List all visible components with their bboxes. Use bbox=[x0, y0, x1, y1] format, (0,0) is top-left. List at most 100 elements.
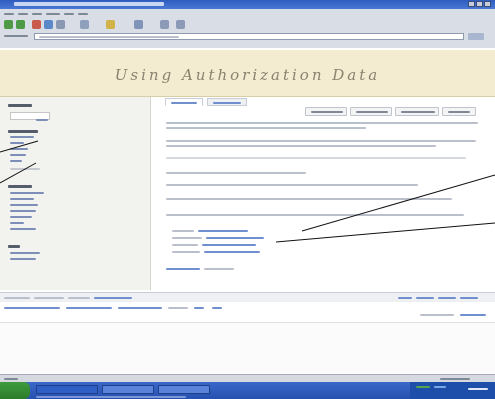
search-icon[interactable] bbox=[80, 20, 89, 29]
content-line bbox=[166, 214, 464, 216]
menu-item-file[interactable] bbox=[4, 13, 14, 15]
sidebar-wiki-link[interactable] bbox=[10, 216, 32, 218]
sidebar-wiki-link[interactable] bbox=[10, 204, 38, 206]
signature-link[interactable] bbox=[166, 268, 200, 270]
list-item bbox=[172, 251, 200, 253]
menu-item-favorites[interactable] bbox=[46, 13, 60, 15]
address-bar bbox=[0, 32, 495, 41]
footer-link[interactable] bbox=[212, 307, 222, 309]
list-item-link[interactable] bbox=[206, 237, 264, 239]
footer-link[interactable] bbox=[66, 307, 112, 309]
footer-link[interactable] bbox=[460, 297, 478, 299]
taskbar-item[interactable] bbox=[36, 385, 98, 394]
tray-icon bbox=[416, 386, 430, 388]
sidebar-navigation-heading bbox=[8, 130, 38, 133]
system-tray bbox=[410, 382, 495, 399]
content-line bbox=[166, 184, 418, 186]
footer-link[interactable] bbox=[460, 314, 486, 316]
sidebar-help-link[interactable] bbox=[10, 258, 36, 260]
mail-icon[interactable] bbox=[160, 20, 169, 29]
sidebar-help-link[interactable] bbox=[10, 252, 40, 254]
taskbar-quicklaunch bbox=[36, 396, 186, 398]
close-icon[interactable] bbox=[484, 1, 491, 7]
content-line bbox=[166, 172, 306, 174]
content-line bbox=[166, 198, 452, 200]
sidebar-wiki-link[interactable] bbox=[10, 222, 24, 224]
list-item bbox=[172, 244, 198, 246]
action-button[interactable] bbox=[350, 107, 392, 116]
address-input[interactable] bbox=[34, 33, 464, 40]
footer-link[interactable] bbox=[4, 307, 60, 309]
print-icon[interactable] bbox=[176, 20, 185, 29]
back-icon[interactable] bbox=[4, 20, 13, 29]
content-line bbox=[166, 122, 478, 124]
sidebar-wiki-link[interactable] bbox=[10, 228, 36, 230]
content-line bbox=[166, 127, 366, 129]
footer-item bbox=[4, 297, 30, 299]
menu-item-edit[interactable] bbox=[18, 13, 28, 15]
sidebar-wiki-link[interactable] bbox=[10, 192, 44, 194]
footer-item bbox=[420, 314, 454, 316]
favorites-icon[interactable] bbox=[106, 20, 115, 29]
sidebar-nav-link[interactable] bbox=[10, 160, 22, 162]
taskbar-item[interactable] bbox=[102, 385, 154, 394]
tab-discussion[interactable] bbox=[207, 98, 247, 106]
sidebar-search-go[interactable] bbox=[36, 119, 48, 121]
action-button[interactable] bbox=[305, 107, 347, 116]
sidebar-nav-link[interactable] bbox=[10, 136, 34, 138]
footer-item bbox=[168, 307, 188, 309]
list-item-link[interactable] bbox=[198, 230, 248, 232]
tab-page[interactable] bbox=[165, 98, 203, 106]
sidebar-nav-link[interactable] bbox=[10, 148, 28, 150]
action-button[interactable] bbox=[395, 107, 439, 116]
window-title bbox=[14, 2, 164, 6]
status-zone bbox=[440, 378, 470, 380]
window-title-bar bbox=[0, 0, 495, 9]
list-item bbox=[172, 230, 194, 232]
content-line bbox=[166, 140, 476, 142]
sidebar-wiki-link[interactable] bbox=[10, 210, 36, 212]
maximize-icon[interactable] bbox=[476, 1, 483, 7]
tray-clock bbox=[468, 388, 488, 390]
page-blank-area bbox=[0, 322, 495, 375]
sidebar-search-heading bbox=[8, 104, 32, 107]
taskbar-item[interactable] bbox=[158, 385, 210, 394]
menu-item-view[interactable] bbox=[32, 13, 42, 15]
footer-bar bbox=[0, 292, 495, 302]
history-icon[interactable] bbox=[134, 20, 143, 29]
sidebar-nav-link[interactable] bbox=[10, 142, 24, 144]
home-icon[interactable] bbox=[56, 20, 65, 29]
page-content bbox=[160, 118, 485, 283]
footer-item bbox=[34, 297, 64, 299]
sidebar-wiki-heading bbox=[8, 185, 32, 188]
list-item bbox=[172, 237, 202, 239]
footer-link[interactable] bbox=[398, 297, 412, 299]
footer-links bbox=[0, 304, 495, 318]
stop-icon[interactable] bbox=[32, 20, 41, 29]
start-icon[interactable] bbox=[0, 382, 30, 399]
sidebar-nav-link[interactable] bbox=[10, 154, 26, 156]
footer-link[interactable] bbox=[194, 307, 204, 309]
action-button[interactable] bbox=[442, 107, 476, 116]
sidebar-nav-link[interactable] bbox=[10, 168, 40, 170]
menu-item-help[interactable] bbox=[78, 13, 88, 15]
list-item-link[interactable] bbox=[202, 244, 256, 246]
refresh-icon[interactable] bbox=[44, 20, 53, 29]
tray-icon bbox=[434, 386, 446, 388]
footer-link[interactable] bbox=[118, 307, 162, 309]
list-item-link[interactable] bbox=[204, 251, 260, 253]
wiki-banner: Using Authorization Data bbox=[0, 50, 495, 97]
banner-title: Using Authorization Data bbox=[114, 66, 381, 84]
forward-icon[interactable] bbox=[16, 20, 25, 29]
footer-link[interactable] bbox=[438, 297, 456, 299]
footer-link[interactable] bbox=[94, 297, 132, 299]
content-line bbox=[166, 157, 466, 159]
address-url bbox=[39, 36, 179, 38]
address-label bbox=[4, 35, 28, 37]
menu-item-tools[interactable] bbox=[64, 13, 74, 15]
sidebar-wiki-link[interactable] bbox=[10, 198, 34, 200]
content-line bbox=[166, 145, 436, 147]
minimize-icon[interactable] bbox=[468, 1, 475, 7]
go-button[interactable] bbox=[468, 33, 484, 40]
footer-link[interactable] bbox=[416, 297, 434, 299]
